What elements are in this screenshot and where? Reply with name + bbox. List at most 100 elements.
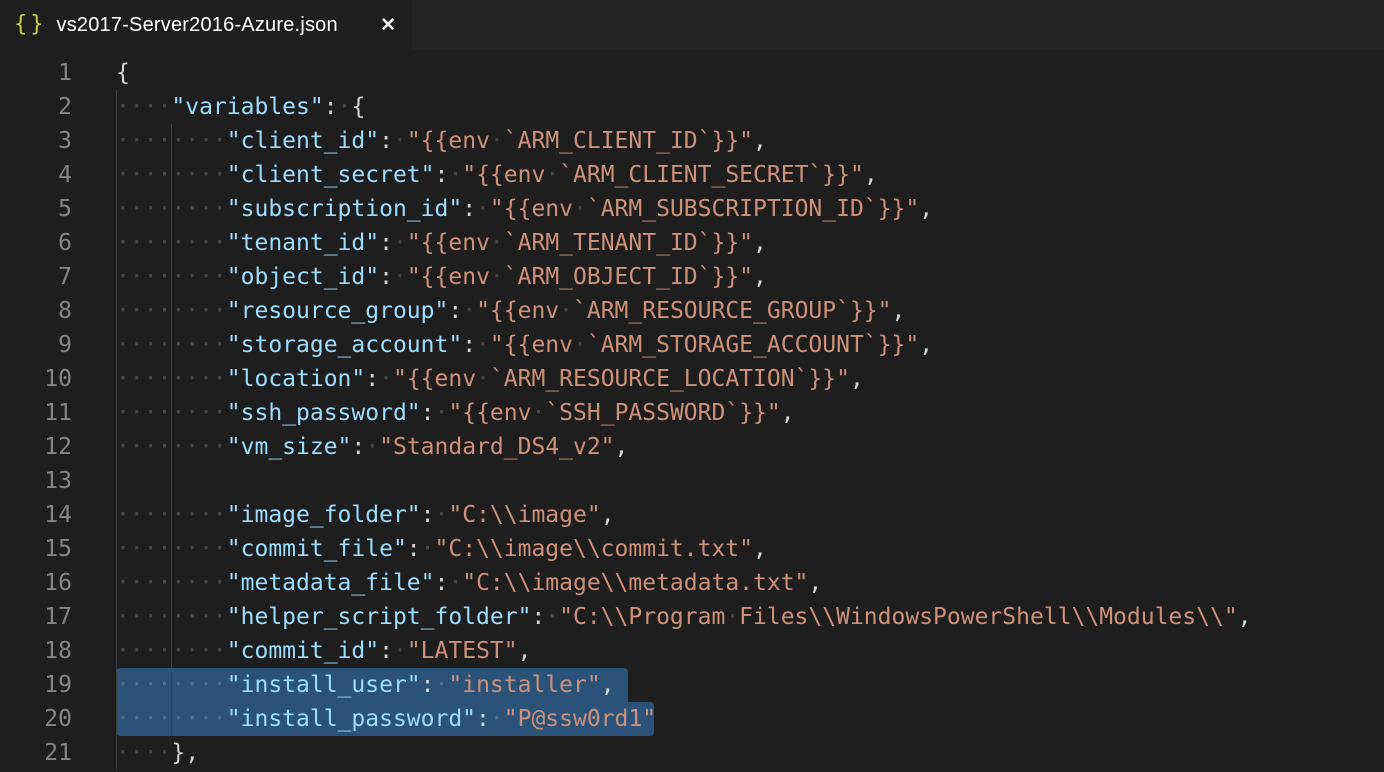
tab-title: vs2017-Server2016-Azure.json (57, 14, 338, 37)
whitespace-dots: ········ (116, 604, 227, 630)
code-line[interactable]: 3········"client_id":·"{{env·`ARM_CLIENT… (0, 124, 1384, 158)
code-token: `ARM_CLIENT_SECRET`}}" (559, 162, 864, 188)
code-token: , (753, 264, 767, 290)
whitespace-dots: ········ (116, 672, 227, 698)
code-text: ········"metadata_file":·"C:\\image\\met… (116, 566, 822, 600)
code-line[interactable]: 5········"subscription_id":·"{{env·`ARM_… (0, 192, 1384, 226)
line-number[interactable]: 18 (0, 634, 72, 668)
line-number[interactable]: 16 (0, 566, 72, 600)
code-token: "C:\\image" (448, 502, 600, 528)
code-line[interactable]: 2····"variables":·{ (0, 90, 1384, 124)
tab-bar: {} vs2017-Server2016-Azure.json ✕ (0, 0, 1384, 50)
code-line[interactable]: 21····}, (0, 736, 1384, 770)
line-number[interactable]: 19 (0, 668, 72, 702)
code-line[interactable]: 13 (0, 464, 1384, 498)
code-token: "{{env (407, 230, 490, 256)
code-line[interactable]: 17········"helper_script_folder":·"C:\\P… (0, 600, 1384, 634)
code-token: "installer" (448, 672, 600, 698)
whitespace-dots: · (490, 706, 504, 732)
code-token: "variables" (171, 94, 323, 120)
code-token: `ARM_SUBSCRIPTION_ID`}}" (587, 196, 919, 222)
json-braces-icon: {} (14, 12, 47, 37)
whitespace-dots: · (393, 638, 407, 664)
code-token: , (601, 672, 615, 698)
line-number[interactable]: 20 (0, 702, 72, 736)
line-number[interactable]: 4 (0, 158, 72, 192)
line-number[interactable]: 14 (0, 498, 72, 532)
code-token: : (421, 672, 435, 698)
indent-guide (116, 464, 117, 498)
code-token: "client_secret" (227, 162, 435, 188)
line-number[interactable]: 15 (0, 532, 72, 566)
code-line[interactable]: 16 ········"metadata_file":·"C:\\image\\m… (0, 566, 1384, 600)
code-line[interactable]: 11········"ssh_password":·"{{env·`SSH_PA… (0, 396, 1384, 430)
code-line[interactable]: 12········"vm_size":·"Standard_DS4_v2", (0, 430, 1384, 464)
line-number[interactable]: 5 (0, 192, 72, 226)
code-line[interactable]: 19········"install_user":·"installer", (0, 668, 1384, 702)
whitespace-dots: · (393, 230, 407, 256)
whitespace-dots: · (559, 298, 573, 324)
code-line[interactable]: 8········"resource_group":·"{{env·`ARM_R… (0, 294, 1384, 328)
code-editor[interactable]: 1{2····"variables":·{3········"client_id… (0, 50, 1384, 772)
line-number[interactable]: 17 (0, 600, 72, 634)
whitespace-dots: ········ (116, 366, 227, 392)
code-line[interactable]: 20········"install_password":·"P@ssw0rd1… (0, 702, 1384, 736)
code-token: "tenant_id" (227, 230, 379, 256)
whitespace-dots: · (448, 570, 462, 596)
line-number[interactable]: 9 (0, 328, 72, 362)
whitespace-dots: · (338, 94, 352, 120)
line-number[interactable]: 13 (0, 464, 72, 498)
code-token: , (919, 332, 933, 358)
line-number[interactable]: 6 (0, 226, 72, 260)
line-number[interactable]: 7 (0, 260, 72, 294)
indent-guide (171, 464, 172, 498)
code-token: }, (171, 740, 199, 766)
line-number[interactable]: 8 (0, 294, 72, 328)
code-line[interactable]: 18 ········"commit_id":·"LATEST", (0, 634, 1384, 668)
whitespace-dots: ········ (116, 162, 227, 188)
code-text: ········"client_secret":·"{{env·`ARM_CLI… (116, 158, 878, 192)
code-token: : (365, 366, 379, 392)
code-line[interactable]: 9········"storage_account":·"{{env·`ARM_… (0, 328, 1384, 362)
code-text: ········"resource_group":·"{{env·`ARM_RE… (116, 294, 905, 328)
code-token: : (324, 94, 338, 120)
line-number[interactable]: 3 (0, 124, 72, 158)
code-line[interactable]: 7 ········"object_id":·"{{env·`ARM_OBJECT… (0, 260, 1384, 294)
code-token: : (462, 196, 476, 222)
whitespace-dots: · (573, 196, 587, 222)
code-token: "client_id" (227, 128, 379, 154)
code-token: : (448, 298, 462, 324)
code-token: "helper_script_folder" (227, 604, 532, 630)
code-text: ········"commit_id":·"LATEST", (116, 634, 531, 668)
whitespace-dots: · (462, 298, 476, 324)
whitespace-dots: ········ (116, 570, 227, 596)
code-token: , (518, 638, 532, 664)
line-number[interactable]: 10 (0, 362, 72, 396)
code-line[interactable]: 15········"commit_file":·"C:\\image\\com… (0, 532, 1384, 566)
code-token: { (116, 60, 130, 86)
line-number[interactable]: 21 (0, 736, 72, 770)
code-token: , (919, 196, 933, 222)
whitespace-dots: · (393, 264, 407, 290)
line-number[interactable]: 11 (0, 396, 72, 430)
line-number[interactable]: 1 (0, 56, 72, 90)
tab-close-icon[interactable]: ✕ (378, 14, 398, 37)
tab-vs2017-server2016-azure-json[interactable]: {} vs2017-Server2016-Azure.json ✕ (0, 0, 412, 50)
whitespace-dots: ········ (116, 196, 227, 222)
code-line[interactable]: 10········"location":·"{{env·`ARM_RESOUR… (0, 362, 1384, 396)
code-line[interactable]: 1{ (0, 56, 1384, 90)
whitespace-dots: · (476, 366, 490, 392)
line-number[interactable]: 12 (0, 430, 72, 464)
code-token: "location" (227, 366, 365, 392)
code-line[interactable]: 14········"image_folder":·"C:\\image", (0, 498, 1384, 532)
code-line[interactable]: 4 ········"client_secret":·"{{env·`ARM_CL… (0, 158, 1384, 192)
code-token: "LATEST" (407, 638, 518, 664)
code-line[interactable]: 6········"tenant_id":·"{{env·`ARM_TENANT… (0, 226, 1384, 260)
code-text: ········"object_id":·"{{env·`ARM_OBJECT_… (116, 260, 767, 294)
whitespace-dots: · (490, 230, 504, 256)
whitespace-dots: · (435, 400, 449, 426)
line-number[interactable]: 2 (0, 90, 72, 124)
code-token: `ARM_CLIENT_ID`}}" (504, 128, 753, 154)
code-token: "commit_file" (227, 536, 407, 562)
whitespace-dots: · (725, 604, 739, 630)
